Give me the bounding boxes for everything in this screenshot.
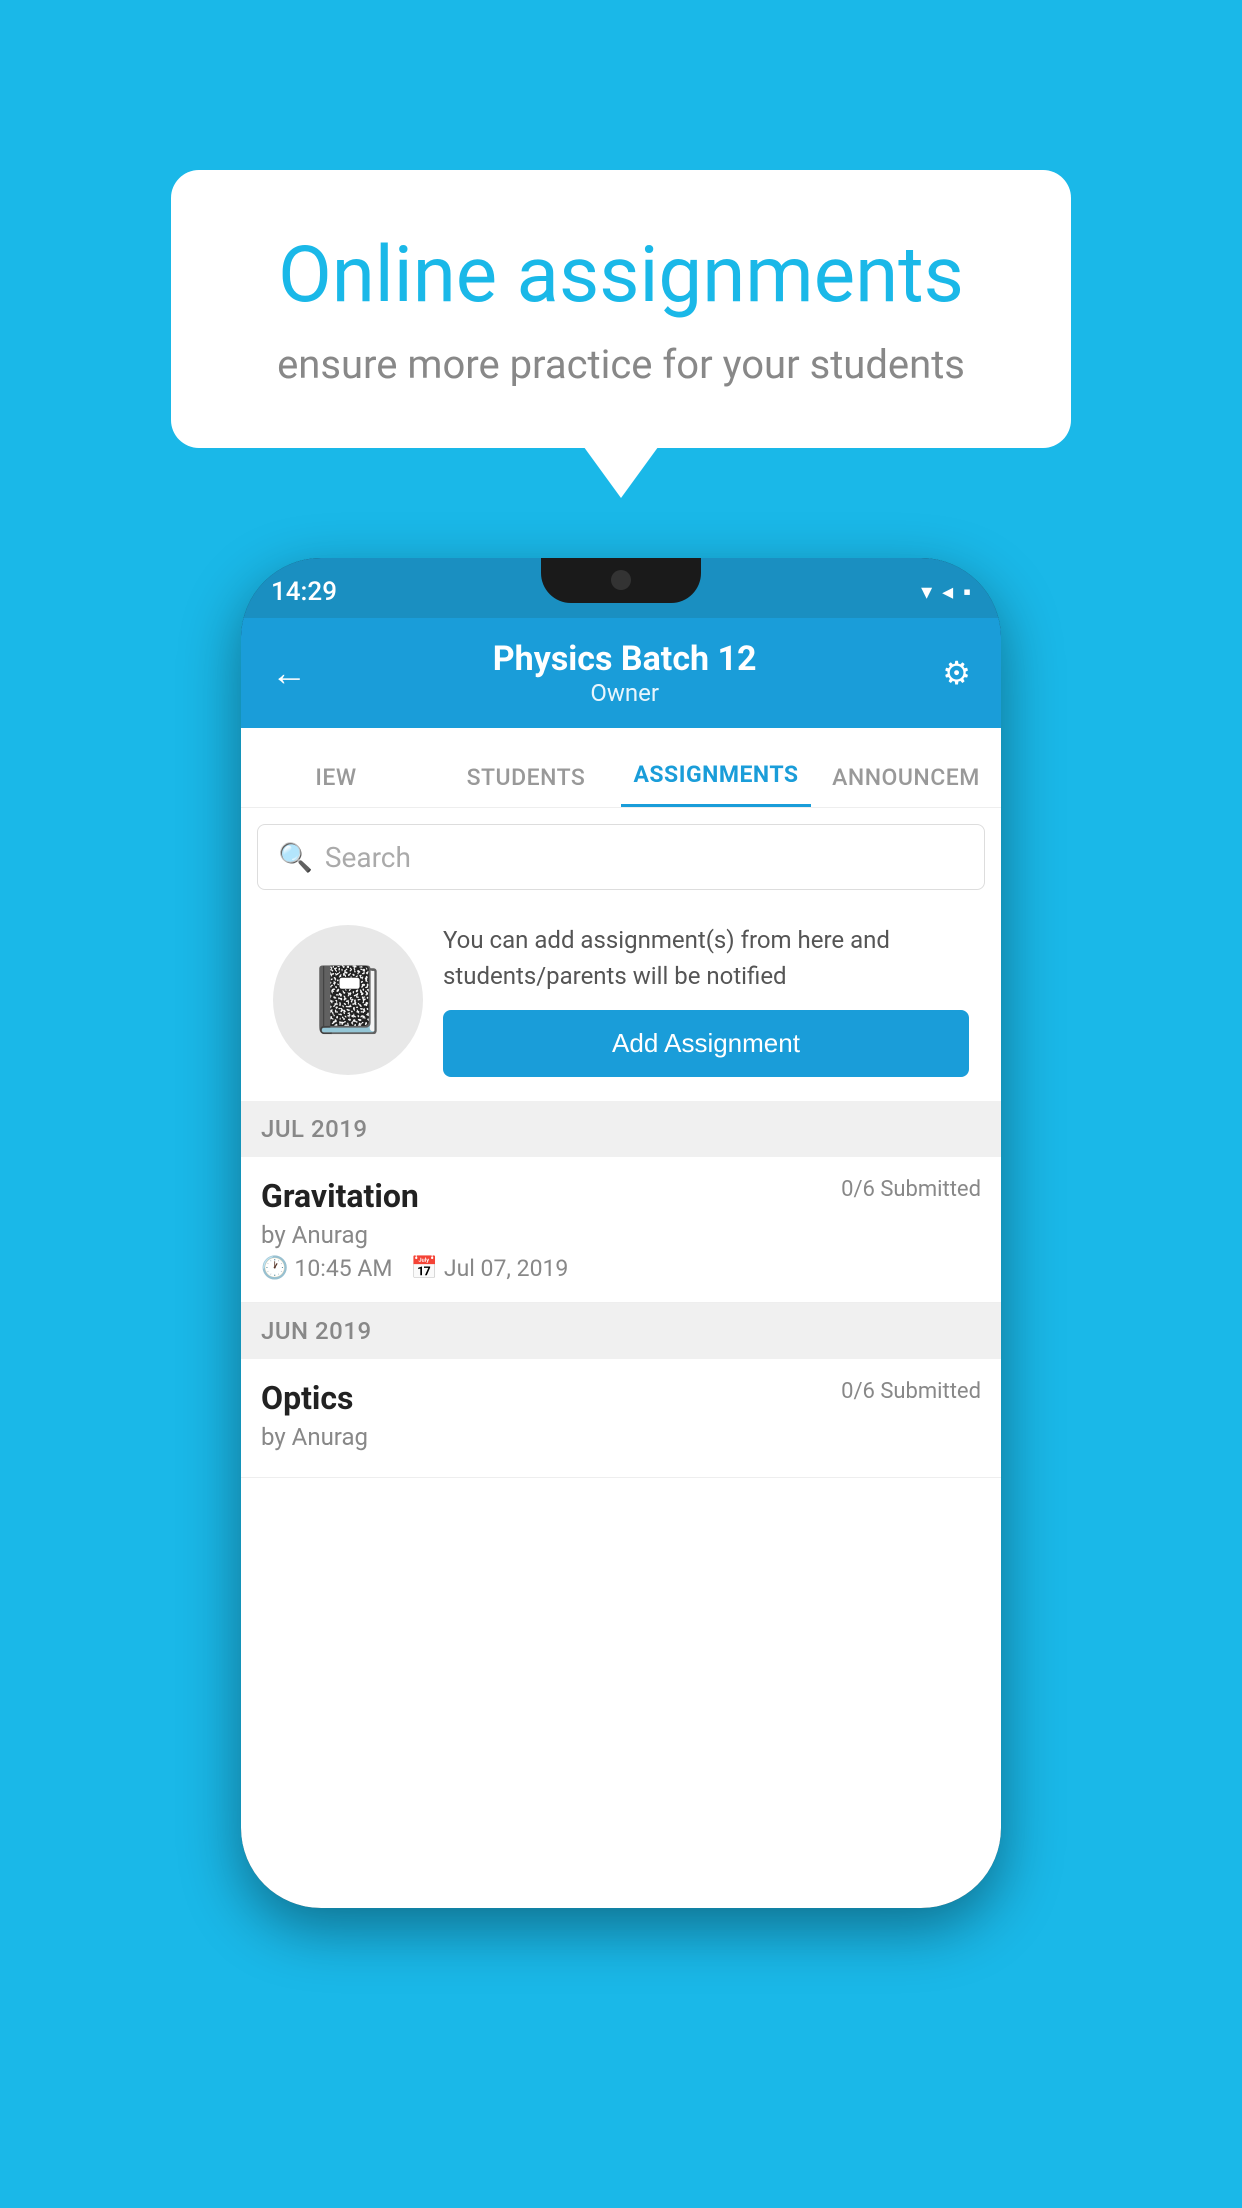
assignment-row-top-2: Optics 0/6 Submitted	[261, 1379, 981, 1417]
phone-notch	[541, 558, 701, 603]
wifi-icon: ▾	[921, 580, 932, 605]
bubble-subtitle: ensure more practice for your students	[251, 341, 991, 388]
tab-students[interactable]: STUDENTS	[431, 764, 621, 807]
header-center: Physics Batch 12 Owner	[493, 639, 757, 707]
promo-bubble: Online assignments ensure more practice …	[171, 170, 1071, 448]
battery-icon: ▪	[963, 579, 971, 605]
assignment-author-optics: by Anurag	[261, 1423, 981, 1451]
search-placeholder: Search	[325, 841, 411, 874]
assignment-row-top: Gravitation 0/6 Submitted	[261, 1177, 981, 1215]
add-assignment-button[interactable]: Add Assignment	[443, 1010, 969, 1077]
assignment-submitted: 0/6 Submitted	[841, 1177, 981, 1202]
tab-assignments[interactable]: ASSIGNMENTS	[621, 761, 811, 807]
assignment-name-optics: Optics	[261, 1379, 353, 1417]
search-icon: 🔍	[278, 841, 313, 874]
status-icons: ▾ ◂ ▪	[921, 579, 971, 605]
header-subtitle: Owner	[493, 679, 757, 707]
settings-icon[interactable]: ⚙	[942, 654, 971, 692]
assignment-date: Jul 07, 2019	[444, 1255, 568, 1282]
promo-description: You can add assignment(s) from here and …	[443, 922, 969, 994]
app-header: ← Physics Batch 12 Owner ⚙	[241, 618, 1001, 728]
back-button[interactable]: ←	[271, 652, 307, 694]
signal-icon: ◂	[942, 580, 953, 605]
bubble-title: Online assignments	[251, 230, 991, 321]
tabs-bar: IEW STUDENTS ASSIGNMENTS ANNOUNCEM	[241, 728, 1001, 808]
assignment-item-optics[interactable]: Optics 0/6 Submitted by Anurag	[241, 1359, 1001, 1478]
clock-icon: 🕐	[261, 1256, 288, 1281]
assignment-submitted-optics: 0/6 Submitted	[841, 1379, 981, 1404]
month-header-jul: JUL 2019	[241, 1101, 1001, 1157]
month-header-jun: JUN 2019	[241, 1303, 1001, 1359]
promo-card: 📓 You can add assignment(s) from here an…	[257, 906, 985, 1093]
assignment-time: 10:45 AM	[294, 1255, 392, 1282]
screen-content: 🔍 Search 📓 You can add assignment(s) fro…	[241, 808, 1001, 1908]
assignment-item-gravitation[interactable]: Gravitation 0/6 Submitted by Anurag 🕐 10…	[241, 1157, 1001, 1303]
notebook-icon: 📓	[308, 962, 389, 1038]
calendar-icon: 📅	[410, 1256, 437, 1281]
tab-announcements[interactable]: ANNOUNCEM	[811, 764, 1001, 807]
assignment-name: Gravitation	[261, 1177, 419, 1215]
tab-iew[interactable]: IEW	[241, 764, 431, 807]
assignment-meta: 🕐 10:45 AM 📅 Jul 07, 2019	[261, 1255, 981, 1282]
meta-time: 🕐 10:45 AM	[261, 1255, 392, 1282]
meta-date: 📅 Jul 07, 2019	[410, 1255, 568, 1282]
assignment-author: by Anurag	[261, 1221, 981, 1249]
promo-text: You can add assignment(s) from here and …	[443, 922, 969, 1077]
camera-dot	[611, 570, 631, 590]
phone-frame: 14:29 ▾ ◂ ▪ ← Physics Batch 12 Owner ⚙ I…	[241, 558, 1001, 1908]
header-title: Physics Batch 12	[493, 639, 757, 679]
promo-icon-wrap: 📓	[273, 925, 423, 1075]
search-bar[interactable]: 🔍 Search	[257, 824, 985, 890]
status-time: 14:29	[271, 577, 337, 607]
